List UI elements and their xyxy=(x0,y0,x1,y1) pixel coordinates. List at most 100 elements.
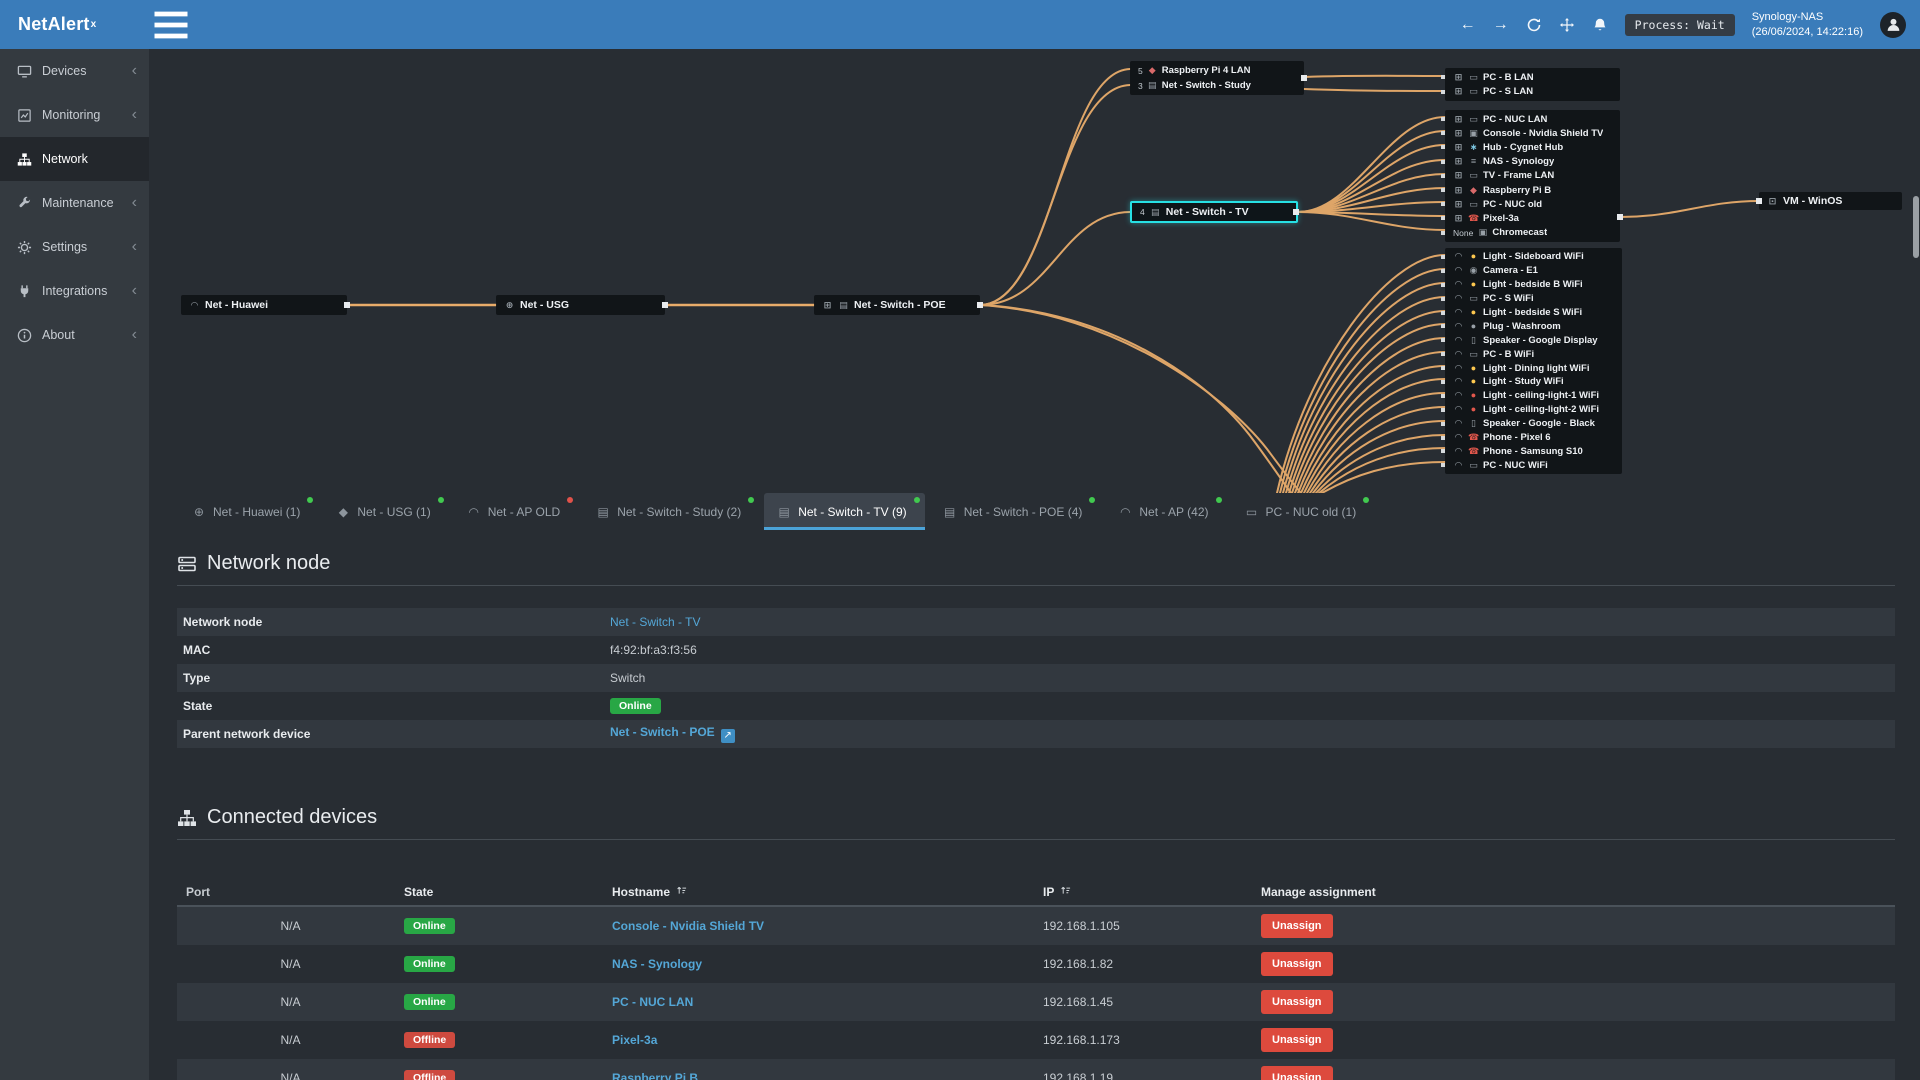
device-node[interactable]: PC - S LAN xyxy=(1445,85,1620,100)
device-node[interactable]: Light - Sideboard WiFi xyxy=(1445,250,1622,264)
col-ip[interactable]: IP xyxy=(1043,884,1261,899)
unassign-button[interactable]: Unassign xyxy=(1261,990,1333,1014)
detail-row: Network node Net - Switch - TV xyxy=(177,608,1895,636)
unassign-button[interactable]: Unassign xyxy=(1261,952,1333,976)
monitor-icon xyxy=(1245,506,1259,518)
host-timestamp: (26/06/2024, 14:22:16) xyxy=(1751,25,1863,38)
unassign-button[interactable]: Unassign xyxy=(1261,1028,1333,1052)
device-node[interactable]: Hub - Cygnet Hub xyxy=(1445,140,1620,154)
sidebar-item-maintenance[interactable]: Maintenance ‹ xyxy=(0,181,149,225)
ip-value: 192.168.1.45 xyxy=(1043,995,1114,1009)
hostname-link[interactable]: Pixel-3a xyxy=(612,1033,657,1047)
device-node[interactable]: Raspberry Pi B xyxy=(1445,183,1620,197)
sidebar-item-about[interactable]: About ‹ xyxy=(0,313,149,357)
device-node[interactable]: TV - Frame LAN xyxy=(1445,169,1620,183)
sidebar-item-network[interactable]: Network xyxy=(0,137,149,181)
status-badge: Online xyxy=(404,994,455,1010)
open-node-icon[interactable] xyxy=(720,728,735,743)
wifi-icon xyxy=(1453,294,1464,303)
hostname-link[interactable]: PC - NUC LAN xyxy=(612,995,693,1009)
app-logo[interactable]: NetAlert x xyxy=(0,0,149,49)
console-icon xyxy=(1468,129,1479,138)
lan-icon xyxy=(1453,186,1464,195)
scrollbar-thumb[interactable] xyxy=(1913,196,1919,258)
node-group-study: 5 Raspberry Pi 4 LAN 3 Net - Switch - St… xyxy=(1130,61,1304,95)
chevron-left-icon: ‹ xyxy=(131,194,137,211)
device-node[interactable]: None Chromecast xyxy=(1445,226,1620,240)
sidebar-item-devices[interactable]: Devices ‹ xyxy=(0,49,149,93)
hostname-link[interactable]: NAS - Synology xyxy=(612,957,702,971)
switch-icon xyxy=(777,506,791,518)
device-node[interactable]: Phone - Samsung S10 xyxy=(1445,444,1622,458)
menu-toggle-icon[interactable] xyxy=(149,0,193,49)
sidebar-item-settings[interactable]: Settings ‹ xyxy=(0,225,149,269)
device-node[interactable]: Light - bedside B WiFi xyxy=(1445,278,1622,292)
tv-icon xyxy=(1468,171,1479,180)
tab-net-huawei[interactable]: Net - Huawei (1) xyxy=(179,493,318,530)
device-node[interactable]: Light - ceiling-light-1 WiFi xyxy=(1445,389,1622,403)
tab-net-switch-tv[interactable]: Net - Switch - TV (9) xyxy=(764,493,926,530)
node-net-huawei[interactable]: Net - Huawei xyxy=(181,295,347,315)
node-group-tv-children: PC - NUC LAN Console - Nvidia Shield TV … xyxy=(1445,110,1623,242)
device-node[interactable]: PC - B WiFi xyxy=(1445,347,1622,361)
node-raspberry-pi-4-lan[interactable]: 5 Raspberry Pi 4 LAN xyxy=(1130,63,1304,78)
lan-icon xyxy=(822,301,833,310)
device-node[interactable]: Speaker - Google - Black xyxy=(1445,417,1622,431)
tab-label: Net - Switch - TV (9) xyxy=(798,504,907,519)
parent-node-link[interactable]: Net - Switch - POE xyxy=(610,725,715,739)
device-node[interactable]: Light - bedside S WiFi xyxy=(1445,306,1622,320)
device-node[interactable]: PC - B LAN xyxy=(1445,70,1620,85)
sidebar-item-integrations[interactable]: Integrations ‹ xyxy=(0,269,149,313)
shield-icon xyxy=(336,506,350,518)
monitor-icon xyxy=(1468,350,1479,359)
back-icon[interactable]: ← xyxy=(1460,16,1476,33)
tab-net-switch-study[interactable]: Net - Switch - Study (2) xyxy=(583,493,759,530)
avatar[interactable] xyxy=(1880,11,1906,38)
device-node[interactable]: PC - NUC old xyxy=(1445,197,1620,211)
device-node[interactable]: Pixel-3a xyxy=(1445,211,1620,225)
reload-icon[interactable] xyxy=(1526,17,1542,33)
node-link[interactable]: Net - Switch - TV xyxy=(610,615,700,629)
tab-net-ap[interactable]: Net - AP (42) xyxy=(1105,493,1226,530)
device-node[interactable]: Console - Nvidia Shield TV xyxy=(1445,126,1620,140)
tab-label: PC - NUC old (1) xyxy=(1265,504,1357,519)
tab-net-usg[interactable]: Net - USG (1) xyxy=(323,493,448,530)
device-node[interactable]: Light - ceiling-light-2 WiFi xyxy=(1445,403,1622,417)
node-net-switch-poe[interactable]: Net - Switch - POE xyxy=(814,295,980,315)
monitor-icon xyxy=(1468,461,1479,470)
move-icon[interactable] xyxy=(1559,17,1575,33)
unassign-button[interactable]: Unassign xyxy=(1261,914,1333,938)
tab-net-ap-old[interactable]: Net - AP OLD xyxy=(454,493,578,530)
tab-net-switch-poe[interactable]: Net - Switch - POE (4) xyxy=(930,493,1101,530)
switch-icon xyxy=(596,506,610,518)
topbar: NetAlert x ← → Process: Wait Synology-NAS… xyxy=(0,0,1920,49)
node-vm-winos[interactable]: VM - WinOS xyxy=(1759,192,1902,210)
node-group-ap-children: Light - Sideboard WiFi Camera - E1 Light… xyxy=(1445,248,1622,475)
device-node[interactable]: Phone - Pixel 6 xyxy=(1445,431,1622,445)
col-hostname[interactable]: Hostname xyxy=(612,884,1043,899)
unassign-button[interactable]: Unassign xyxy=(1261,1066,1333,1080)
forward-icon[interactable]: → xyxy=(1493,16,1509,33)
device-node[interactable]: PC - NUC LAN xyxy=(1445,112,1620,126)
device-node[interactable]: Camera - E1 xyxy=(1445,264,1622,278)
sidebar-item-monitoring[interactable]: Monitoring ‹ xyxy=(0,93,149,137)
wifi-icon xyxy=(1453,252,1464,261)
node-net-switch-tv-selected[interactable]: 4 Net - Switch - TV xyxy=(1130,201,1298,223)
host-info: Synology-NAS (26/06/2024, 14:22:16) xyxy=(1752,10,1863,39)
device-node[interactable]: Speaker - Google Display xyxy=(1445,333,1622,347)
device-node[interactable]: Light - Dining light WiFi xyxy=(1445,361,1622,375)
device-node[interactable]: PC - S WiFi xyxy=(1445,292,1622,306)
sort-icon[interactable] xyxy=(1060,884,1071,899)
device-node[interactable]: NAS - Synology xyxy=(1445,155,1620,169)
tab-pc-nuc-old[interactable]: PC - NUC old (1) xyxy=(1232,493,1375,530)
hostname-link[interactable]: Console - Nvidia Shield TV xyxy=(612,919,764,933)
chevron-left-icon: ‹ xyxy=(131,106,137,123)
node-net-switch-study[interactable]: 3 Net - Switch - Study xyxy=(1130,78,1304,93)
bell-icon[interactable] xyxy=(1592,17,1608,33)
device-node[interactable]: Plug - Washroom xyxy=(1445,319,1622,333)
node-net-usg[interactable]: Net - USG xyxy=(496,295,665,315)
hostname-link[interactable]: Raspberry Pi B xyxy=(612,1071,698,1080)
sort-icon[interactable] xyxy=(676,884,687,899)
device-node[interactable]: PC - NUC WiFi xyxy=(1445,458,1622,472)
device-node[interactable]: Light - Study WiFi xyxy=(1445,375,1622,389)
